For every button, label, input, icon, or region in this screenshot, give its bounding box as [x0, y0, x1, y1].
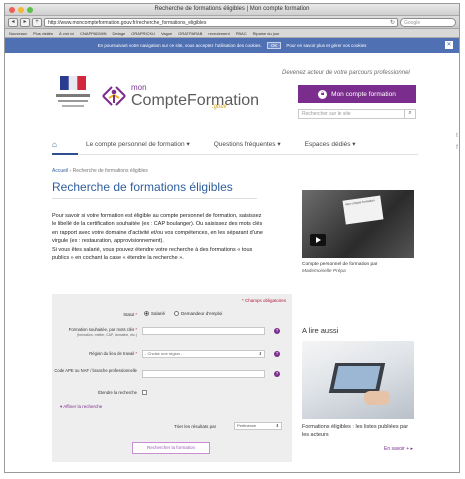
nav-item-espaces[interactable]: Espaces dédiés ▾ [305, 140, 356, 148]
nav-item-label: Le compte personnel de formation [86, 141, 185, 148]
title-divider [52, 198, 257, 199]
help-icon[interactable]: ? [274, 351, 280, 357]
house-icon[interactable]: ⌂ [52, 140, 62, 149]
chevron-down-icon: ⬍ [258, 351, 262, 356]
refine-search-link[interactable]: ▾ Affiner la recherche [60, 404, 102, 410]
nav-item-label: Espaces dédiés [304, 141, 351, 148]
logo-name-text[interactable]: CompteFormation [131, 92, 259, 110]
nav-item-label: Questions fréquentes [213, 141, 276, 148]
video-author: Mademoiselle Prépa [302, 268, 346, 274]
logo-mon-text: mon [131, 83, 147, 92]
republique-francaise-logo[interactable] [52, 74, 94, 117]
bookmark-item[interactable]: À voir ici [59, 31, 74, 36]
lock-icon: 🔒︎ [318, 89, 328, 99]
bookmark-item[interactable]: Ripaine du jour [253, 31, 280, 36]
status-salarie-radio[interactable]: Salarié [144, 311, 165, 316]
nav-item-questions[interactable]: Questions fréquentes ▾ [214, 140, 281, 148]
bookmark-item[interactable]: recrutement [208, 31, 229, 36]
region-placeholder: - Choisir une région - [145, 351, 183, 356]
cookie-more-link[interactable]: Pour en savoir plus et gérer vos cookies [286, 43, 366, 48]
status-label: Statut * [123, 312, 137, 317]
breadcrumb: Accueil › Recherche de formations éligib… [52, 168, 148, 174]
bookmark-item[interactable]: Nouveaux [9, 31, 27, 36]
laptop-screen [333, 366, 381, 389]
a-lire-aussi-heading: A lire aussi [302, 326, 339, 335]
site-search-input[interactable]: Rechercher sur le site ⌕ [298, 109, 416, 119]
breadcrumb-home[interactable]: Accueil [52, 168, 68, 174]
bookmark-item[interactable]: CNAPPADMIN [80, 31, 106, 36]
help-icon[interactable]: ? [274, 371, 280, 377]
bookmark-item[interactable]: ORAPRICKU [131, 31, 155, 36]
bookmark-item[interactable]: Vague [161, 31, 172, 36]
required-note: * Champs obligatoires [241, 298, 286, 303]
region-select[interactable]: - Choisir une région - ⬍ [142, 350, 265, 358]
hand-image [364, 391, 390, 405]
intro-paragraph: Pour savoir si votre formation est éligi… [52, 213, 263, 245]
article-more-link[interactable]: En savoir + ▸ [384, 446, 413, 452]
nav-item-compte[interactable]: Le compte personnel de formation ▾ [86, 140, 190, 148]
code-label: Code APE ou NAF / branche professionnell… [54, 368, 137, 373]
status-demandeur-radio[interactable]: Demandeur d'emploi [174, 311, 222, 316]
cookie-ok-button[interactable]: OK [266, 42, 282, 49]
window-title: Recherche de formations éligibles | Mon … [154, 6, 310, 12]
code-ape-input[interactable] [142, 370, 265, 378]
facebook-icon[interactable]: f [452, 145, 462, 157]
site-search-placeholder: Rechercher sur le site [302, 111, 351, 117]
article-image[interactable] [302, 341, 414, 419]
add-bookmark-button[interactable]: + [32, 17, 42, 27]
back-button[interactable]: ◂ [8, 17, 18, 27]
mon-compte-formation-button[interactable]: 🔒︎ Mon compte formation [298, 85, 416, 103]
search-icon[interactable]: ⌕ [404, 109, 415, 119]
search-form: * Champs obligatoires Statut * Salarié D… [52, 294, 292, 462]
search-submit-button[interactable]: Rechercher la formation [132, 442, 210, 454]
sort-label: Trier les résultats par [174, 424, 217, 429]
reload-icon[interactable]: ↻ [390, 19, 395, 26]
browser-toolbar: ◂ ▸ + http://www.moncompteformation.gouv… [5, 16, 459, 29]
keywords-label: Formation souhaitée, par mots clés * (for… [68, 327, 137, 337]
region-label: Région du lieu de travail * [89, 351, 137, 356]
twitter-icon[interactable]: t [452, 133, 462, 145]
browser-search-input[interactable]: Google [400, 17, 456, 27]
cookie-text: En poursuivant votre navigation sur ce s… [97, 43, 262, 48]
bookmark-item[interactable]: Plus visités [33, 31, 53, 36]
play-icon[interactable] [310, 234, 326, 246]
intro-text: Pour savoir si votre formation est éligi… [52, 212, 267, 262]
nav-divider [52, 154, 418, 155]
extend-search-checkbox[interactable] [142, 390, 147, 395]
main-nav: ⌂ Le compte personnel de formation ▾ Que… [52, 135, 418, 153]
extend-label: Étendre la recherche [98, 390, 137, 395]
social-links: t f [452, 133, 462, 157]
intro-paragraph: Si vous êtes salarié, vous pouvez étendr… [52, 246, 253, 262]
bookmark-item[interactable]: GRATPARAB [178, 31, 202, 36]
logo-tag-text: .gouv [212, 104, 227, 110]
address-bar[interactable]: http://www.moncompteformation.gouv.fr/re… [44, 17, 398, 27]
keywords-input[interactable] [142, 327, 265, 335]
video-caption: Compte personnel de formation par Mademo… [302, 262, 414, 275]
cookie-banner: En poursuivant votre navigation sur ce s… [5, 38, 459, 53]
nav-active-indicator [52, 153, 78, 155]
bookmark-item[interactable]: PBAC [236, 31, 247, 36]
compte-formation-logo-icon[interactable] [100, 82, 128, 110]
bookmark-item[interactable]: Delage [113, 31, 126, 36]
article-caption[interactable]: Formations éligibles : les listes publié… [302, 424, 414, 439]
sort-select[interactable]: Pertinence ⬍ [234, 422, 282, 430]
header-slogan: Devenez acteur de votre parcours profess… [282, 70, 410, 76]
forward-button[interactable]: ▸ [20, 17, 30, 27]
url-text: http://www.moncompteformation.gouv.fr/re… [48, 19, 207, 26]
login-label: Mon compte formation [331, 90, 396, 98]
title-bar: Recherche de formations éligibles | Mon … [5, 4, 459, 16]
close-icon[interactable]: ✕ [445, 41, 453, 49]
help-icon[interactable]: ? [274, 328, 280, 334]
breadcrumb-current: Recherche de formations éligibles [72, 168, 148, 174]
video-player[interactable]: mon compte formation [302, 190, 414, 258]
chevron-down-icon: ⬍ [275, 423, 279, 428]
video-caption-text: Compte personnel de formation par [302, 262, 378, 267]
page-title: Recherche de formations éligibles [52, 180, 233, 194]
sort-value: Pertinence [237, 423, 257, 428]
bookmarks-bar: Nouveaux Plus visités À voir ici CNAPPAD… [5, 29, 459, 38]
